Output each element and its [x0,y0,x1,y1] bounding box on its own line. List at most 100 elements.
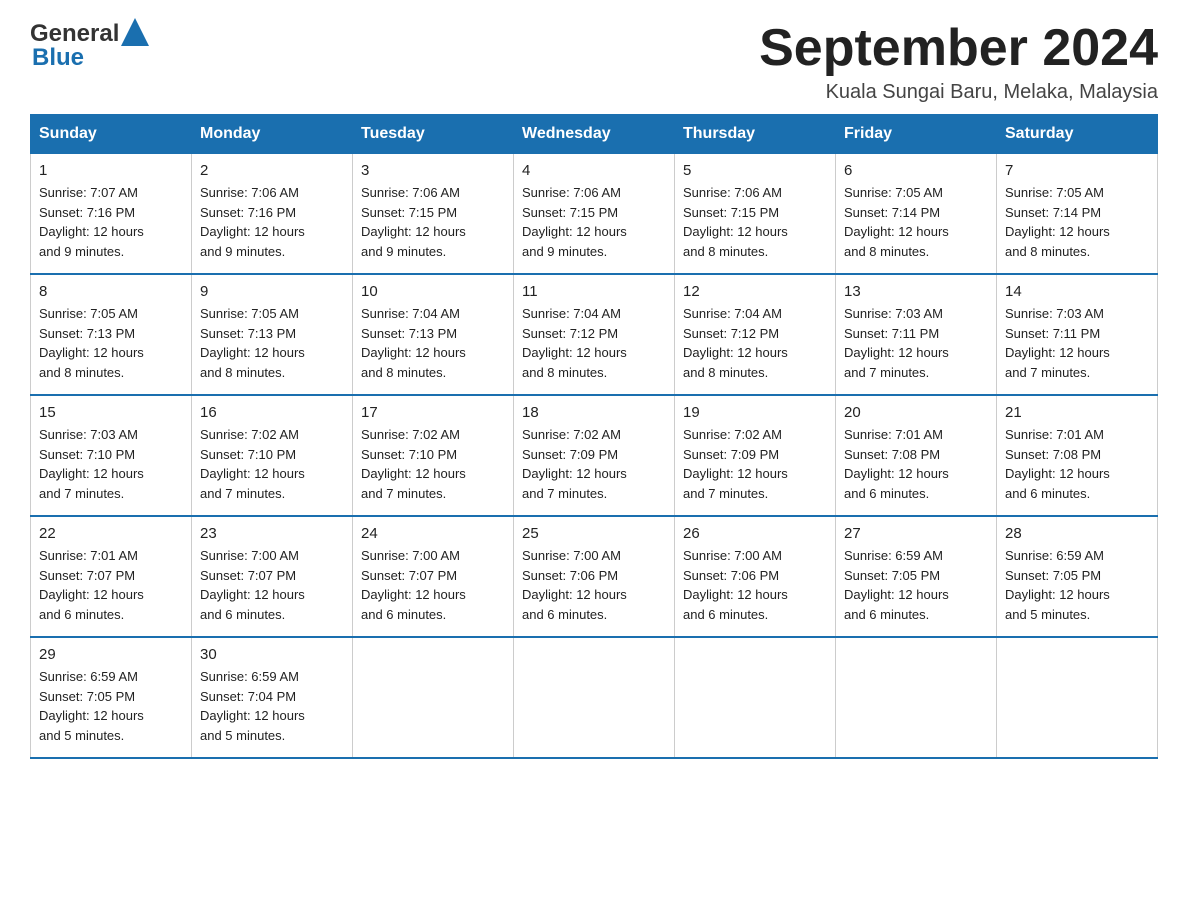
day-number: 1 [39,162,183,179]
table-row [514,637,675,758]
table-row: 27 Sunrise: 6:59 AMSunset: 7:05 PMDayligh… [836,516,997,637]
day-info: Sunrise: 7:05 AMSunset: 7:14 PMDaylight:… [1005,183,1149,261]
day-info: Sunrise: 6:59 AMSunset: 7:05 PMDaylight:… [844,546,988,624]
table-row: 24 Sunrise: 7:00 AMSunset: 7:07 PMDayligh… [353,516,514,637]
day-info: Sunrise: 7:02 AMSunset: 7:09 PMDaylight:… [683,425,827,503]
day-number: 19 [683,404,827,421]
day-number: 24 [361,525,505,542]
day-number: 16 [200,404,344,421]
day-number: 7 [1005,162,1149,179]
month-title: September 2024 [759,20,1158,77]
table-row: 6Sunrise: 7:05 AMSunset: 7:14 PMDaylight… [836,154,997,275]
table-row: 30 Sunrise: 6:59 AMSunset: 7:04 PMDayligh… [192,637,353,758]
day-number: 23 [200,525,344,542]
table-row: 7 Sunrise: 7:05 AMSunset: 7:14 PMDaylight… [997,154,1158,275]
day-info: Sunrise: 7:04 AMSunset: 7:12 PMDaylight:… [683,304,827,382]
day-info: Sunrise: 7:05 AMSunset: 7:13 PMDaylight:… [39,304,183,382]
table-row: 26 Sunrise: 7:00 AMSunset: 7:06 PMDayligh… [675,516,836,637]
table-row: 9 Sunrise: 7:05 AMSunset: 7:13 PMDaylight… [192,274,353,395]
table-row: 4Sunrise: 7:06 AMSunset: 7:15 PMDaylight… [514,154,675,275]
table-row: 20Sunrise: 7:01 AMSunset: 7:08 PMDayligh… [836,395,997,516]
table-row: 2Sunrise: 7:06 AMSunset: 7:16 PMDaylight… [192,154,353,275]
title-section: September 2024 Kuala Sungai Baru, Melaka… [759,20,1158,104]
table-row: 1Sunrise: 7:07 AMSunset: 7:16 PMDaylight… [31,154,192,275]
logo-triangle-icon [121,18,149,46]
day-info: Sunrise: 6:59 AMSunset: 7:04 PMDaylight:… [200,667,344,745]
calendar-week-row: 15 Sunrise: 7:03 AMSunset: 7:10 PMDayligh… [31,395,1158,516]
calendar-header-row: Sunday Monday Tuesday Wednesday Thursday… [31,115,1158,154]
day-info: Sunrise: 7:00 AMSunset: 7:06 PMDaylight:… [522,546,666,624]
day-info: Sunrise: 7:03 AMSunset: 7:11 PMDaylight:… [844,304,988,382]
day-number: 6 [844,162,988,179]
day-info: Sunrise: 7:01 AMSunset: 7:08 PMDaylight:… [1005,425,1149,503]
day-info: Sunrise: 7:00 AMSunset: 7:07 PMDaylight:… [361,546,505,624]
col-friday: Friday [836,115,997,154]
day-info: Sunrise: 7:04 AMSunset: 7:12 PMDaylight:… [522,304,666,382]
table-row: 19 Sunrise: 7:02 AMSunset: 7:09 PMDayligh… [675,395,836,516]
table-row: 11 Sunrise: 7:04 AMSunset: 7:12 PMDayligh… [514,274,675,395]
table-row: 21 Sunrise: 7:01 AMSunset: 7:08 PMDayligh… [997,395,1158,516]
day-number: 13 [844,283,988,300]
day-info: Sunrise: 7:00 AMSunset: 7:07 PMDaylight:… [200,546,344,624]
day-info: Sunrise: 7:06 AMSunset: 7:15 PMDaylight:… [361,183,505,261]
day-number: 17 [361,404,505,421]
table-row [675,637,836,758]
day-info: Sunrise: 7:01 AMSunset: 7:07 PMDaylight:… [39,546,183,624]
calendar-week-row: 1Sunrise: 7:07 AMSunset: 7:16 PMDaylight… [31,154,1158,275]
day-number: 28 [1005,525,1149,542]
table-row: 15 Sunrise: 7:03 AMSunset: 7:10 PMDayligh… [31,395,192,516]
day-number: 22 [39,525,183,542]
table-row [353,637,514,758]
table-row: 18Sunrise: 7:02 AMSunset: 7:09 PMDayligh… [514,395,675,516]
table-row: 23 Sunrise: 7:00 AMSunset: 7:07 PMDayligh… [192,516,353,637]
day-number: 18 [522,404,666,421]
day-info: Sunrise: 7:05 AMSunset: 7:13 PMDaylight:… [200,304,344,382]
table-row: 12Sunrise: 7:04 AMSunset: 7:12 PMDayligh… [675,274,836,395]
day-number: 26 [683,525,827,542]
day-number: 9 [200,283,344,300]
table-row: 3 Sunrise: 7:06 AMSunset: 7:15 PMDaylight… [353,154,514,275]
calendar-week-row: 22 Sunrise: 7:01 AMSunset: 7:07 PMDayligh… [31,516,1158,637]
col-saturday: Saturday [997,115,1158,154]
day-info: Sunrise: 7:03 AMSunset: 7:10 PMDaylight:… [39,425,183,503]
table-row: 5Sunrise: 7:06 AMSunset: 7:15 PMDaylight… [675,154,836,275]
table-row: 17 Sunrise: 7:02 AMSunset: 7:10 PMDayligh… [353,395,514,516]
day-info: Sunrise: 7:02 AMSunset: 7:10 PMDaylight:… [361,425,505,503]
day-number: 10 [361,283,505,300]
col-monday: Monday [192,115,353,154]
table-row: 10Sunrise: 7:04 AMSunset: 7:13 PMDayligh… [353,274,514,395]
table-row: 25 Sunrise: 7:00 AMSunset: 7:06 PMDayligh… [514,516,675,637]
col-tuesday: Tuesday [353,115,514,154]
day-number: 8 [39,283,183,300]
calendar-week-row: 8 Sunrise: 7:05 AMSunset: 7:13 PMDaylight… [31,274,1158,395]
day-number: 27 [844,525,988,542]
day-number: 3 [361,162,505,179]
day-number: 29 [39,646,183,663]
day-info: Sunrise: 7:00 AMSunset: 7:06 PMDaylight:… [683,546,827,624]
day-number: 14 [1005,283,1149,300]
day-number: 30 [200,646,344,663]
day-info: Sunrise: 6:59 AMSunset: 7:05 PMDaylight:… [39,667,183,745]
col-wednesday: Wednesday [514,115,675,154]
day-number: 11 [522,283,666,300]
header: General Blue September 2024 Kuala Sungai… [30,20,1158,104]
table-row: 28 Sunrise: 6:59 AMSunset: 7:05 PMDayligh… [997,516,1158,637]
table-row: 14 Sunrise: 7:03 AMSunset: 7:11 PMDayligh… [997,274,1158,395]
day-info: Sunrise: 6:59 AMSunset: 7:05 PMDaylight:… [1005,546,1149,624]
table-row: 22 Sunrise: 7:01 AMSunset: 7:07 PMDayligh… [31,516,192,637]
day-info: Sunrise: 7:02 AMSunset: 7:10 PMDaylight:… [200,425,344,503]
table-row [997,637,1158,758]
calendar-week-row: 29 Sunrise: 6:59 AMSunset: 7:05 PMDayligh… [31,637,1158,758]
col-sunday: Sunday [31,115,192,154]
table-row: 8 Sunrise: 7:05 AMSunset: 7:13 PMDaylight… [31,274,192,395]
day-number: 15 [39,404,183,421]
day-number: 21 [1005,404,1149,421]
logo: General Blue [30,20,149,72]
calendar-table: Sunday Monday Tuesday Wednesday Thursday… [30,114,1158,759]
day-number: 2 [200,162,344,179]
day-info: Sunrise: 7:01 AMSunset: 7:08 PMDaylight:… [844,425,988,503]
day-number: 25 [522,525,666,542]
logo-blue-text: Blue [32,44,84,72]
day-info: Sunrise: 7:06 AMSunset: 7:15 PMDaylight:… [683,183,827,261]
day-info: Sunrise: 7:03 AMSunset: 7:11 PMDaylight:… [1005,304,1149,382]
